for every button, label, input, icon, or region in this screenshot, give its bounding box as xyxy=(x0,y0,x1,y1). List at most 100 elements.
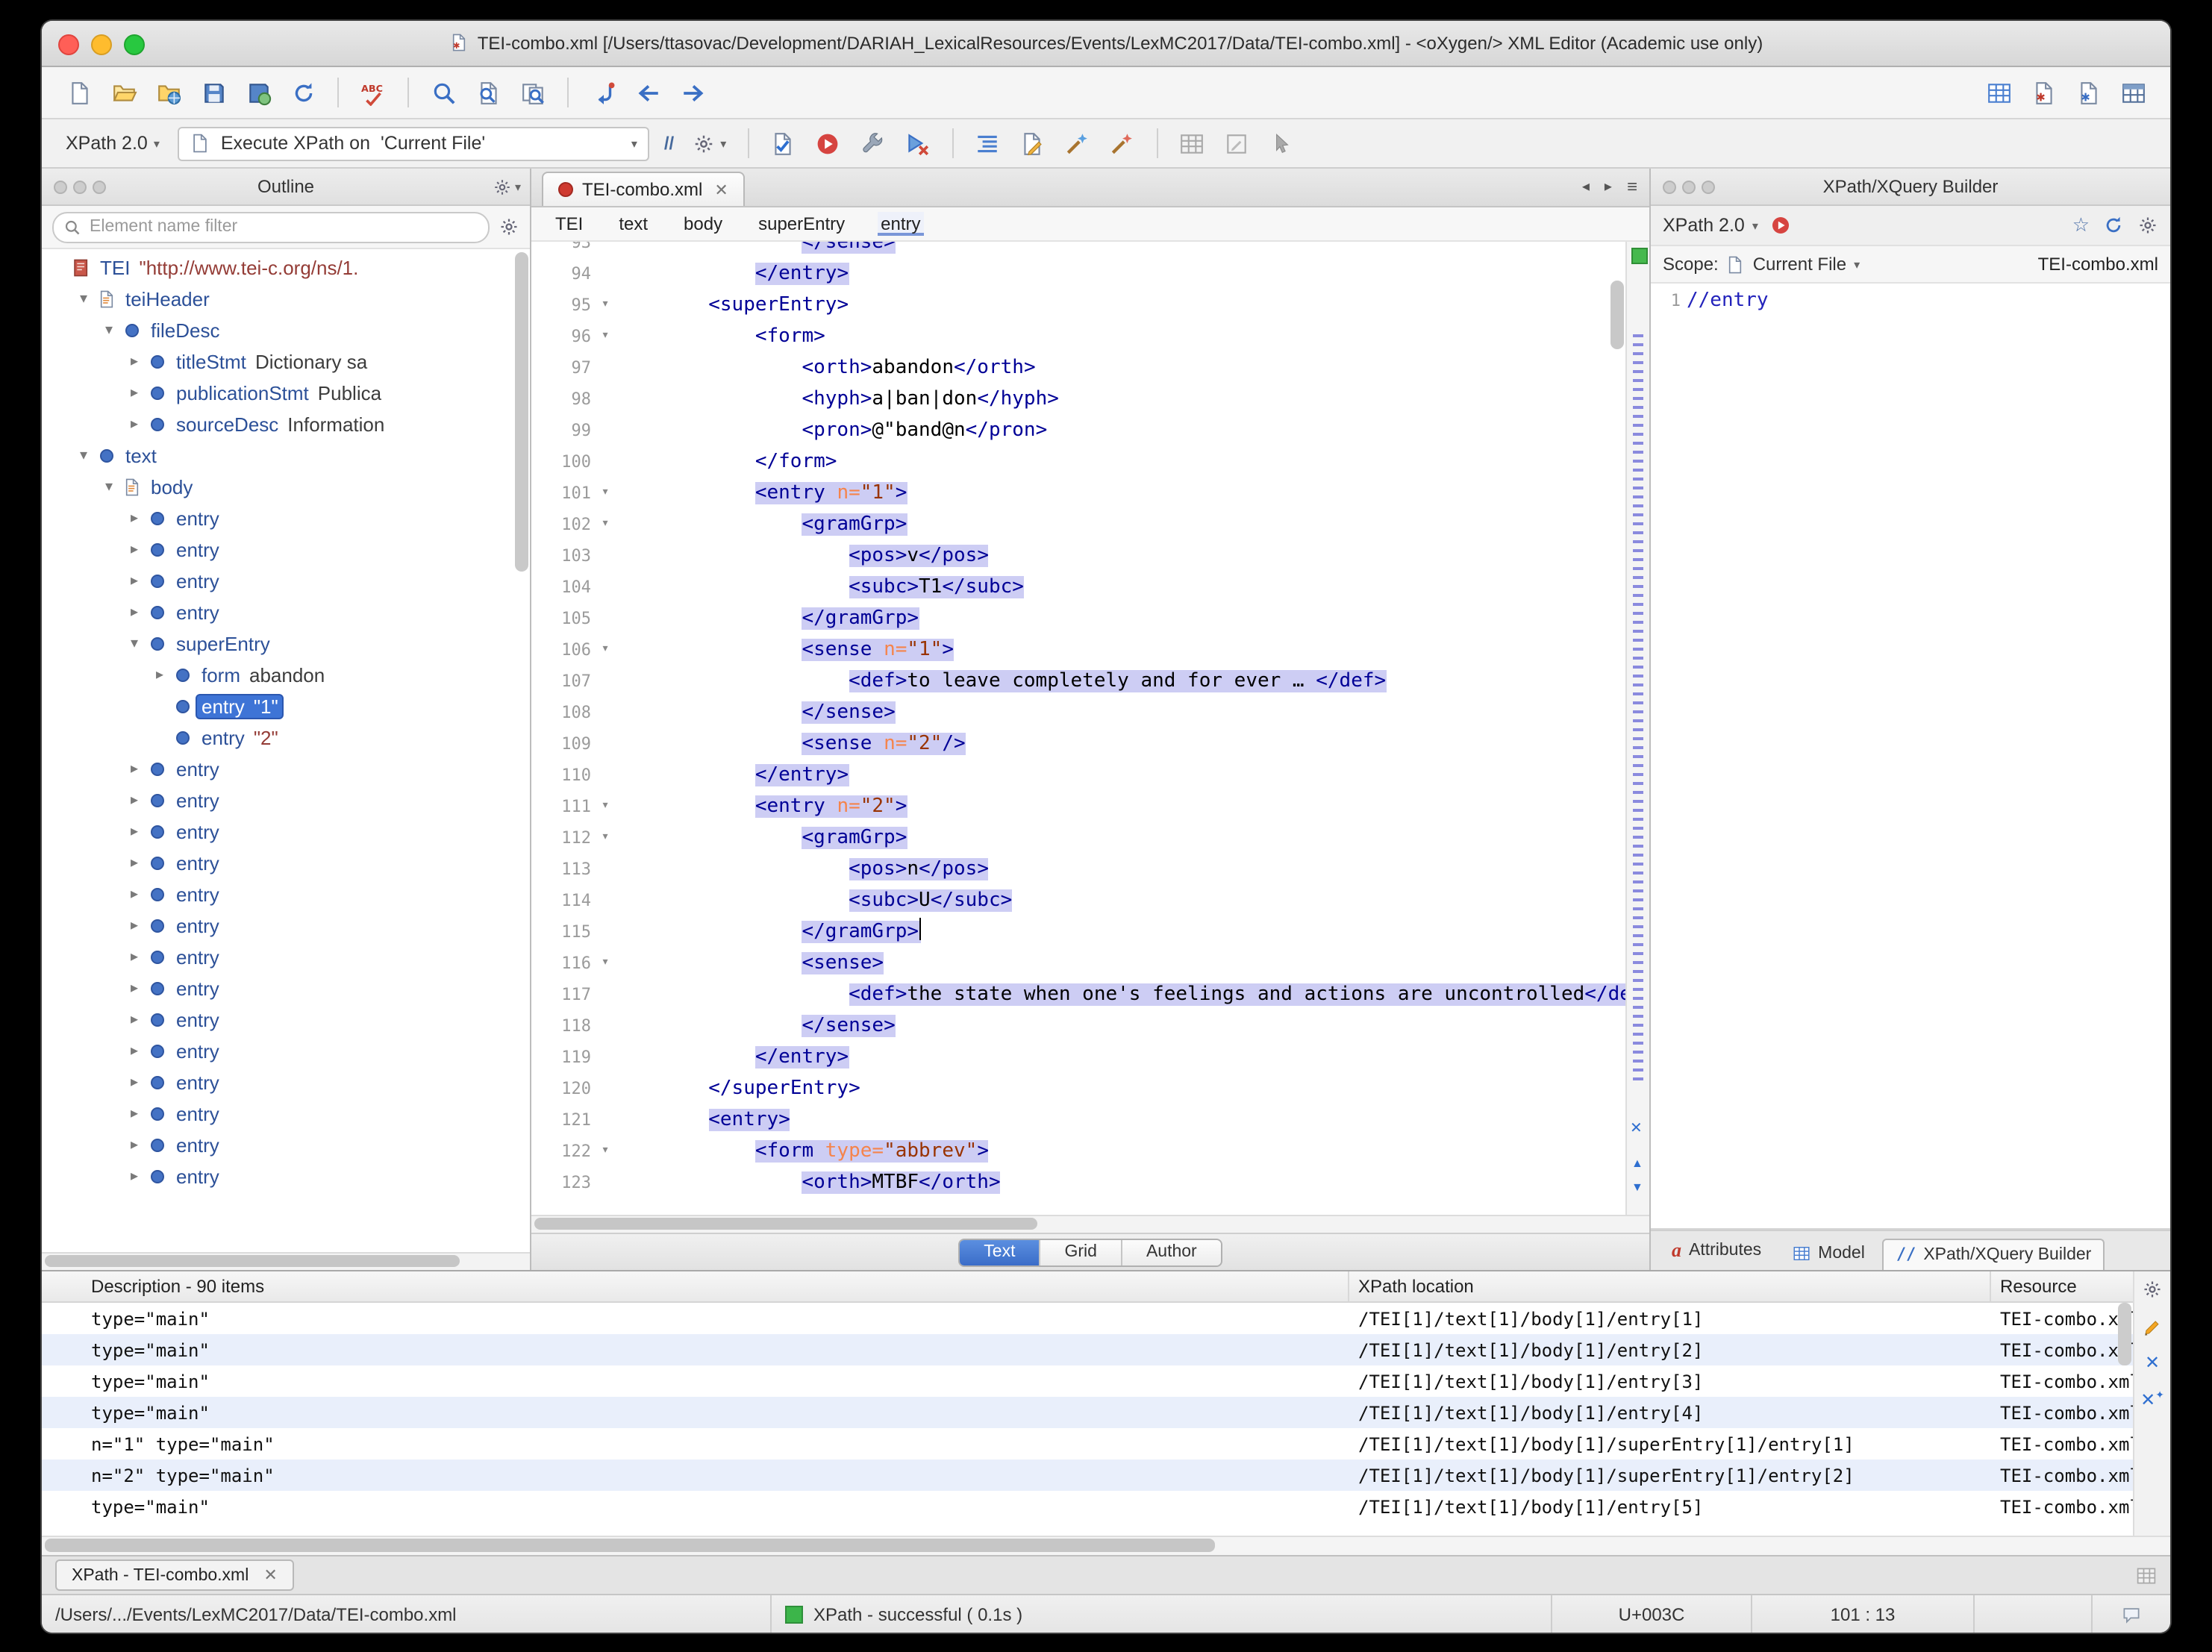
scope-value[interactable]: Current File xyxy=(1753,254,1846,275)
close-tab-icon[interactable]: ✕ xyxy=(263,1565,277,1585)
expand-arrow-icon[interactable]: ▸ xyxy=(124,416,145,433)
expand-arrow-icon[interactable]: ▸ xyxy=(124,886,145,903)
xpath-settings-dropdown[interactable]: ▾ xyxy=(683,129,735,157)
outline-node-fileDesc[interactable]: ▾fileDesc xyxy=(42,315,530,346)
code-line[interactable]: 115 </gramGrp> xyxy=(531,916,1625,948)
outline-horizontal-scrollbar[interactable] xyxy=(42,1252,530,1270)
db-table-icon[interactable] xyxy=(2115,75,2151,110)
results-vertical-scrollbar[interactable] xyxy=(2118,1303,2131,1534)
fold-toggle-icon[interactable]: ▾ xyxy=(596,1136,615,1167)
code-line[interactable]: 106▾ <sense n="1"> xyxy=(531,634,1625,666)
builder-settings-icon[interactable] xyxy=(2137,215,2158,236)
execute-query-button[interactable] xyxy=(1770,215,1791,236)
result-markers[interactable] xyxy=(1633,334,1643,1086)
code-line[interactable]: 122▾ <form type="abbrev"> xyxy=(531,1136,1625,1167)
view-grid-button[interactable]: Grid xyxy=(1039,1239,1120,1265)
outline-node-entry[interactable]: ▸entry xyxy=(42,597,530,628)
code-line[interactable]: 98 <hyph>a|ban|don</hyph> xyxy=(531,384,1625,415)
code-line[interactable]: 121 <entry> xyxy=(531,1104,1625,1136)
expand-arrow-icon[interactable]: ▸ xyxy=(124,510,145,527)
code-line[interactable]: 119 </entry> xyxy=(531,1042,1625,1073)
zoom-button[interactable] xyxy=(124,34,145,55)
outline-node-entry[interactable]: ▸entry xyxy=(42,816,530,848)
status-notifications[interactable] xyxy=(2091,1595,2170,1633)
outline-node-publicationStmt[interactable]: ▸publicationStmtPublica xyxy=(42,378,530,409)
xpath-version-dropdown[interactable]: XPath 2.0 ▾ xyxy=(57,130,169,157)
editor-tab[interactable]: TEI-combo.xml ✕ xyxy=(542,172,745,206)
highlight-pen-icon[interactable] xyxy=(2142,1316,2163,1337)
code-line[interactable]: 109 <sense n="2"/> xyxy=(531,728,1625,760)
expand-arrow-icon[interactable]: ▸ xyxy=(124,792,145,809)
fold-toggle-icon[interactable]: ▾ xyxy=(596,478,615,509)
tab-xpath-xquery-builder[interactable]: // XPath/XQuery Builder xyxy=(1883,1239,2105,1270)
expand-arrow-icon[interactable]: ▸ xyxy=(124,573,145,589)
breadcrumb-item-body[interactable]: body xyxy=(681,212,725,236)
previous-tab-icon[interactable]: ◂ xyxy=(1582,178,1590,195)
outline-node-sourceDesc[interactable]: ▸sourceDescInformation xyxy=(42,409,530,440)
expand-arrow-icon[interactable]: ▾ xyxy=(99,322,119,339)
outline-node-entry[interactable]: ▸entry xyxy=(42,910,530,942)
outline-node-entry[interactable]: ▸entry xyxy=(42,973,530,1004)
tab-model[interactable]: Model xyxy=(1779,1239,1878,1270)
outline-node-body[interactable]: ▾body xyxy=(42,472,530,503)
outline-vertical-scrollbar[interactable] xyxy=(515,252,528,1249)
code-line[interactable]: 111▾ <entry n="2"> xyxy=(531,791,1625,822)
code-line[interactable]: 100 </form> xyxy=(531,446,1625,478)
expand-arrow-icon[interactable]: ▾ xyxy=(73,291,94,307)
result-row[interactable]: n="2" type="main"/TEI[1]/text[1]/body[1]… xyxy=(42,1459,2170,1491)
expand-arrow-icon[interactable]: ▾ xyxy=(124,636,145,652)
expand-arrow-icon[interactable]: ▸ xyxy=(124,542,145,558)
validation-ok-icon[interactable] xyxy=(1631,248,1648,264)
code-line[interactable]: 94 </entry> xyxy=(531,258,1625,290)
fold-toggle-icon[interactable]: ▾ xyxy=(596,791,615,822)
editor-vertical-scrollbar[interactable] xyxy=(1610,245,1624,1212)
code-line[interactable]: 110 </entry> xyxy=(531,760,1625,791)
search-doc-icon[interactable] xyxy=(470,75,506,110)
outline-node-entry[interactable]: ▸entry xyxy=(42,1161,530,1192)
fold-toggle-icon[interactable]: ▾ xyxy=(596,509,615,540)
breadcrumb-item-superEntry[interactable]: superEntry xyxy=(755,212,848,236)
expand-arrow-icon[interactable]: ▸ xyxy=(124,918,145,934)
fold-toggle-icon[interactable]: ▾ xyxy=(596,948,615,979)
outline-node-entry[interactable]: ▸entry xyxy=(42,503,530,534)
xpath-expression-icon[interactable]: // xyxy=(664,133,674,154)
folder-url-icon[interactable] xyxy=(151,75,187,110)
code-line[interactable]: 101▾ <entry n="1"> xyxy=(531,478,1625,509)
search-icon[interactable] xyxy=(425,75,461,110)
wand2-icon[interactable] xyxy=(1104,125,1140,161)
view-author-button[interactable]: Author xyxy=(1121,1239,1221,1265)
favorites-star-icon[interactable]: ☆ xyxy=(2072,213,2090,237)
folder-open-icon[interactable] xyxy=(106,75,142,110)
code-line[interactable]: 123 <orth>MTBF</orth> xyxy=(531,1167,1625,1198)
outline-node-entry[interactable]: ▸entry xyxy=(42,1036,530,1067)
play-red-icon[interactable] xyxy=(810,125,846,161)
close-button[interactable] xyxy=(58,34,79,55)
outline-node-superEntry[interactable]: ▾superEntry xyxy=(42,628,530,660)
result-row[interactable]: type="main"/TEI[1]/text[1]/body[1]/entry… xyxy=(42,1365,2170,1397)
save-web-icon[interactable] xyxy=(240,75,276,110)
save-icon[interactable] xyxy=(196,75,231,110)
outline-node-entry[interactable]: ▸entry xyxy=(42,534,530,566)
result-row[interactable]: type="main"/TEI[1]/text[1]/body[1]/entry… xyxy=(42,1491,2170,1522)
file-new-icon[interactable] xyxy=(61,75,97,110)
cursor-gray-icon[interactable] xyxy=(1263,125,1299,161)
expand-arrow-icon[interactable]: ▸ xyxy=(124,1012,145,1028)
view-text-button[interactable]: Text xyxy=(960,1239,1039,1265)
outline-node-entry[interactable]: ▸entry xyxy=(42,879,530,910)
arrow-left-icon[interactable] xyxy=(630,75,666,110)
outline-node-entry[interactable]: ▸entry xyxy=(42,848,530,879)
breadcrumb-item-entry[interactable]: entry xyxy=(878,212,923,236)
expand-arrow-icon[interactable]: ▸ xyxy=(124,385,145,401)
outline-node-entry[interactable]: ▸entry xyxy=(42,1067,530,1098)
code-line[interactable]: 112▾ <gramGrp> xyxy=(531,822,1625,854)
xpath-results-tab[interactable]: XPath - TEI-combo.xml ✕ xyxy=(55,1559,294,1591)
doc-xslt-icon[interactable]: ✱ xyxy=(2025,75,2061,110)
doc-edit-icon[interactable] xyxy=(1014,125,1050,161)
expand-arrow-icon[interactable]: ▸ xyxy=(124,1043,145,1060)
code-line[interactable]: 99 <pron>@"band@n</pron> xyxy=(531,415,1625,446)
fold-toggle-icon[interactable]: ▾ xyxy=(596,290,615,321)
code-line[interactable]: 102▾ <gramGrp> xyxy=(531,509,1625,540)
outline-node-form[interactable]: ▸formabandon xyxy=(42,660,530,691)
outline-node-entry[interactable]: ▸entry xyxy=(42,566,530,597)
outline-node-titleStmt[interactable]: ▸titleStmtDictionary sa xyxy=(42,346,530,378)
